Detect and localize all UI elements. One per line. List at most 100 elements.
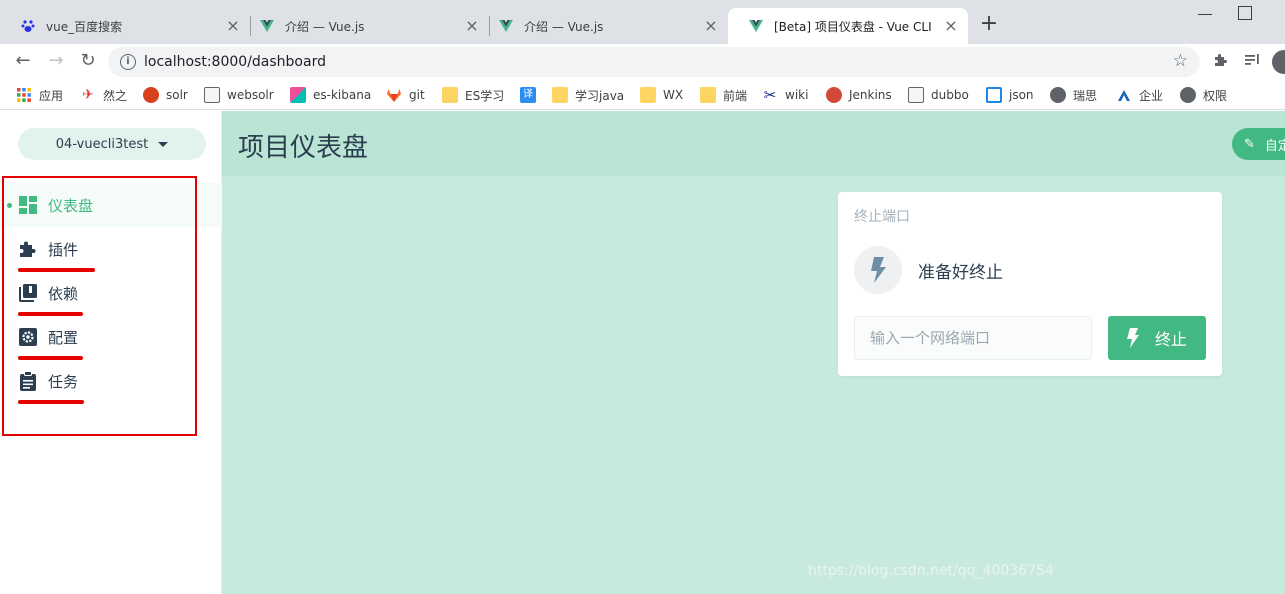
kibana-icon <box>290 87 306 103</box>
bookmarks-bar: 应用 ✈ 然之 solr websolr es-kibana git ES学习 … <box>0 80 1285 110</box>
folder-icon <box>552 87 568 103</box>
bookmark-item[interactable]: es-kibana <box>290 85 371 105</box>
bookmark-item[interactable]: git <box>386 85 425 105</box>
bookmark-item[interactable]: dubbo <box>908 85 969 105</box>
back-arrow-icon[interactable]: ← <box>12 50 34 72</box>
bookmark-label: WX <box>663 88 684 102</box>
bookmark-folder[interactable]: ES学习 <box>442 85 504 105</box>
bookmark-label: ES学习 <box>465 88 505 103</box>
address-url[interactable]: localhost:8000/dashboard <box>144 54 326 70</box>
vue-logo-icon <box>498 18 514 34</box>
port-input[interactable] <box>854 316 1092 360</box>
kill-port-widget: 终止端口 准备好终止 终止 <box>838 192 1222 376</box>
gitlab-icon <box>386 87 402 103</box>
globe-icon <box>1050 87 1066 103</box>
watermark-text: https://blog.csdn.net/qq_40036754 <box>808 563 1054 579</box>
tab-title: 介绍 — Vue.js <box>524 19 604 34</box>
bookmark-label: dubbo <box>931 88 969 102</box>
annotation-underline <box>18 312 83 316</box>
tab-title: vue_百度搜索 <box>46 19 123 34</box>
sidebar: 04-vuecli3test 仪表盘 插件 依赖 配置 任务 <box>0 111 222 594</box>
site-info-icon[interactable]: i <box>120 54 136 70</box>
tab-strip: vue_百度搜索 × 介绍 — Vue.js × 介绍 — Vue.js × [… <box>0 0 1285 44</box>
bookmark-label: json <box>1009 88 1034 102</box>
bookmark-label: Jenkins <box>849 88 892 102</box>
enterprise-icon <box>1116 87 1132 103</box>
vue-logo-icon <box>259 18 275 34</box>
tab-title: [Beta] 项目仪表盘 - Vue CLI <box>774 19 932 34</box>
close-tab-icon[interactable]: × <box>702 17 720 35</box>
folder-icon <box>442 87 458 103</box>
reload-icon[interactable]: ↻ <box>77 50 99 72</box>
bookmark-label: 学习java <box>575 88 625 103</box>
bookmark-item[interactable]: ✂ wiki <box>762 85 809 105</box>
bookmark-label: 企业 <box>1139 88 1164 103</box>
bookmark-folder[interactable]: 学习java <box>552 85 624 105</box>
bookmark-item[interactable]: 译 <box>520 85 536 105</box>
bookmark-folder[interactable]: WX <box>640 85 683 105</box>
annotation-underline <box>18 268 95 272</box>
address-bar[interactable]: i localhost:8000/dashboard ☆ <box>108 47 1200 77</box>
minimize-window-button[interactable] <box>1198 14 1212 15</box>
browser-tab[interactable]: vue_百度搜索 × <box>0 8 251 44</box>
vue-logo-icon <box>748 18 764 34</box>
bookmark-label: 权限 <box>1203 88 1228 103</box>
vue-cli-ui-page: 04-vuecli3test 仪表盘 插件 依赖 配置 任务 项目仪表盘 ✎ 自… <box>0 111 1285 594</box>
bookmark-label: 应用 <box>39 88 64 103</box>
close-tab-icon[interactable]: × <box>942 17 960 35</box>
caret-down-icon <box>158 141 169 147</box>
wiki-icon: ✂ <box>763 86 777 104</box>
page-title: 项目仪表盘 <box>238 133 369 163</box>
bookmark-label: es-kibana <box>313 88 372 102</box>
folder-icon <box>700 87 716 103</box>
bookmark-item[interactable]: json <box>986 85 1034 105</box>
folder-icon <box>640 87 656 103</box>
browser-tab[interactable]: 介绍 — Vue.js × <box>478 8 728 44</box>
profile-avatar[interactable] <box>1272 50 1285 74</box>
bookmark-star-icon[interactable]: ☆ <box>1173 51 1188 71</box>
annotation-underline <box>18 356 83 360</box>
kill-button[interactable]: 终止 <box>1108 316 1206 360</box>
browser-tab[interactable]: 介绍 — Vue.js × <box>239 8 490 44</box>
annotation-underline <box>18 400 84 404</box>
bookmark-apps[interactable]: 应用 <box>16 85 63 105</box>
bookmark-label: 前端 <box>723 88 748 103</box>
bookmark-item[interactable]: Jenkins <box>826 85 892 105</box>
globe-icon <box>1180 87 1196 103</box>
main-content: 项目仪表盘 ✎ 自定义 终止端口 准备好终止 终止 <box>222 111 1285 594</box>
jenkins-icon <box>826 87 842 103</box>
project-name: 04-vuecli3test <box>55 136 149 152</box>
main-header: 项目仪表盘 ✎ 自定义 <box>222 111 1285 176</box>
bookmark-label: 然之 <box>103 88 128 103</box>
reading-list-icon[interactable] <box>1243 52 1263 72</box>
image-icon <box>204 87 220 103</box>
new-tab-button[interactable]: + <box>978 13 1000 36</box>
customize-button[interactable]: ✎ 自定义 <box>1232 128 1285 160</box>
bookmark-label: wiki <box>785 88 809 102</box>
bookmark-item[interactable]: solr <box>143 85 188 105</box>
pencil-icon: ✎ <box>1244 136 1255 152</box>
ranzhi-icon: ✈ <box>82 87 94 103</box>
status-message: 准备好终止 <box>918 263 1003 283</box>
bookmark-item[interactable]: 瑞思 <box>1050 85 1097 105</box>
solr-icon <box>143 87 159 103</box>
annotation-box <box>2 176 197 436</box>
maximize-window-button[interactable] <box>1238 6 1252 20</box>
bookmark-label: websolr <box>227 88 274 102</box>
bookmark-item[interactable]: 权限 <box>1180 85 1227 105</box>
forward-arrow-icon[interactable]: → <box>45 50 67 72</box>
widget-title: 终止端口 <box>854 209 910 225</box>
bookmark-item[interactable]: ✈ 然之 <box>80 85 127 105</box>
bookmark-label: git <box>409 88 425 102</box>
extensions-puzzle-icon[interactable] <box>1211 52 1231 72</box>
lightning-bolt-icon <box>1126 328 1139 348</box>
project-selector[interactable]: 04-vuecli3test <box>18 128 206 160</box>
bookmark-folder[interactable]: 前端 <box>700 85 747 105</box>
bookmark-label: 瑞思 <box>1073 88 1098 103</box>
apps-grid-icon <box>16 87 32 103</box>
browser-tab-active[interactable]: [Beta] 项目仪表盘 - Vue CLI × <box>728 8 968 44</box>
bookmark-item[interactable]: 企业 <box>1116 85 1163 105</box>
bookmark-item[interactable]: websolr <box>204 85 274 105</box>
browser-toolbar: ← → ↻ i localhost:8000/dashboard ☆ <box>0 44 1285 80</box>
customize-label: 自定义 <box>1264 138 1285 154</box>
